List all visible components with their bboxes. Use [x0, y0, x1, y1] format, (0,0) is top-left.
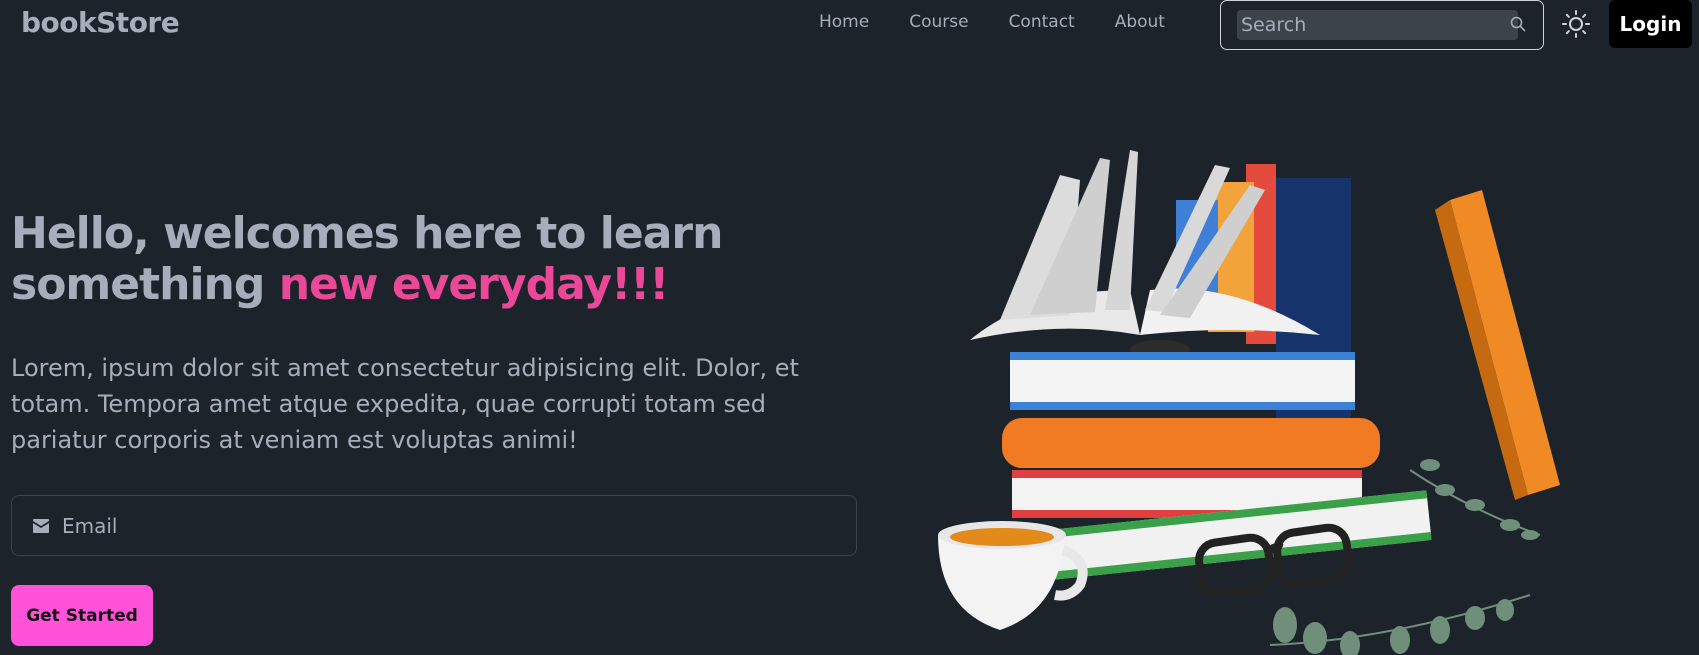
- email-input[interactable]: [62, 510, 842, 542]
- navbar: bookStore Home Course Contact About Sear…: [0, 0, 1699, 50]
- hero-title-accent: new everyday!!!: [278, 259, 670, 310]
- email-field: [11, 495, 857, 556]
- get-started-button[interactable]: Get Started: [11, 585, 153, 646]
- nav-about[interactable]: About: [1115, 12, 1165, 32]
- logo[interactable]: bookStore: [21, 6, 180, 39]
- sun-icon[interactable]: [1560, 8, 1592, 40]
- books-illustration: [938, 150, 1560, 655]
- nav-contact[interactable]: Contact: [1009, 12, 1075, 32]
- search-box: [1220, 0, 1544, 50]
- search-input[interactable]: [1237, 10, 1518, 40]
- search-icon[interactable]: [1509, 15, 1527, 33]
- hero-description: Lorem, ipsum dolor sit amet consectetur …: [11, 354, 799, 454]
- login-button[interactable]: Login: [1609, 0, 1692, 48]
- nav-links: Home Course Contact About: [819, 12, 1165, 32]
- nav-home[interactable]: Home: [819, 12, 869, 32]
- nav-course[interactable]: Course: [909, 12, 968, 32]
- page: bookStore Home Course Contact About Sear…: [0, 0, 1699, 655]
- hero-title: Hello, welcomes here to learn something …: [11, 208, 771, 310]
- mail-icon: [33, 519, 49, 533]
